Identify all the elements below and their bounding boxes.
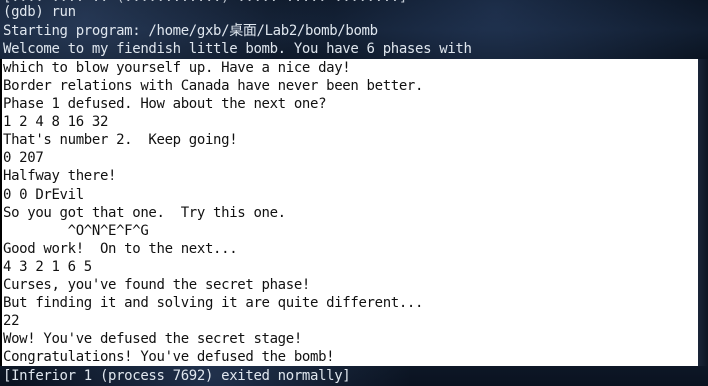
terminal-line: 4 3 2 1 6 5: [3, 259, 92, 275]
terminal-line-welcome: Welcome to my fiendish little bomb. You …: [3, 41, 472, 57]
terminal-line: Congratulations! You've defused the bomb…: [3, 349, 335, 365]
terminal-line: Halfway there!: [3, 168, 117, 184]
terminal-line: That's number 2. Keep going!: [3, 132, 238, 148]
terminal-line: But finding it and solving it are quite …: [3, 295, 424, 311]
terminal-line: So you got that one. Try this one.: [3, 205, 286, 221]
terminal-line: Curses, you've found the secret phase!: [3, 277, 310, 293]
terminal-background-right: [698, 59, 708, 366]
terminal-line: Phase 1 defused. How about the next one?: [3, 96, 327, 112]
terminal-window[interactable]: [.... .... .. (............) ..... .....…: [0, 0, 708, 386]
terminal-line: Good work! On to the next...: [3, 241, 238, 257]
terminal-line: 1 2 4 8 16 32: [3, 114, 109, 130]
selection-edge: [0, 59, 2, 366]
terminal-line: Border relations with Canada have never …: [3, 78, 424, 94]
terminal-line: 22: [3, 313, 20, 329]
terminal-line-exit-status: [Inferior 1 (process 7692) exited normal…: [3, 368, 351, 384]
terminal-line: Wow! You've defused the secret stage!: [3, 331, 302, 347]
terminal-line: which to blow yourself up. Have a nice d…: [3, 60, 351, 76]
terminal-line-starting-program: Starting program: /home/gxb/桌面/Lab2/bomb…: [3, 23, 378, 39]
terminal-line-gdb-run: (gdb) run: [3, 4, 76, 20]
terminal-line: ^O^N^E^F^G: [3, 223, 149, 239]
terminal-line: 0 207: [3, 150, 44, 166]
terminal-line: 0 0 DrEvil: [3, 187, 84, 203]
